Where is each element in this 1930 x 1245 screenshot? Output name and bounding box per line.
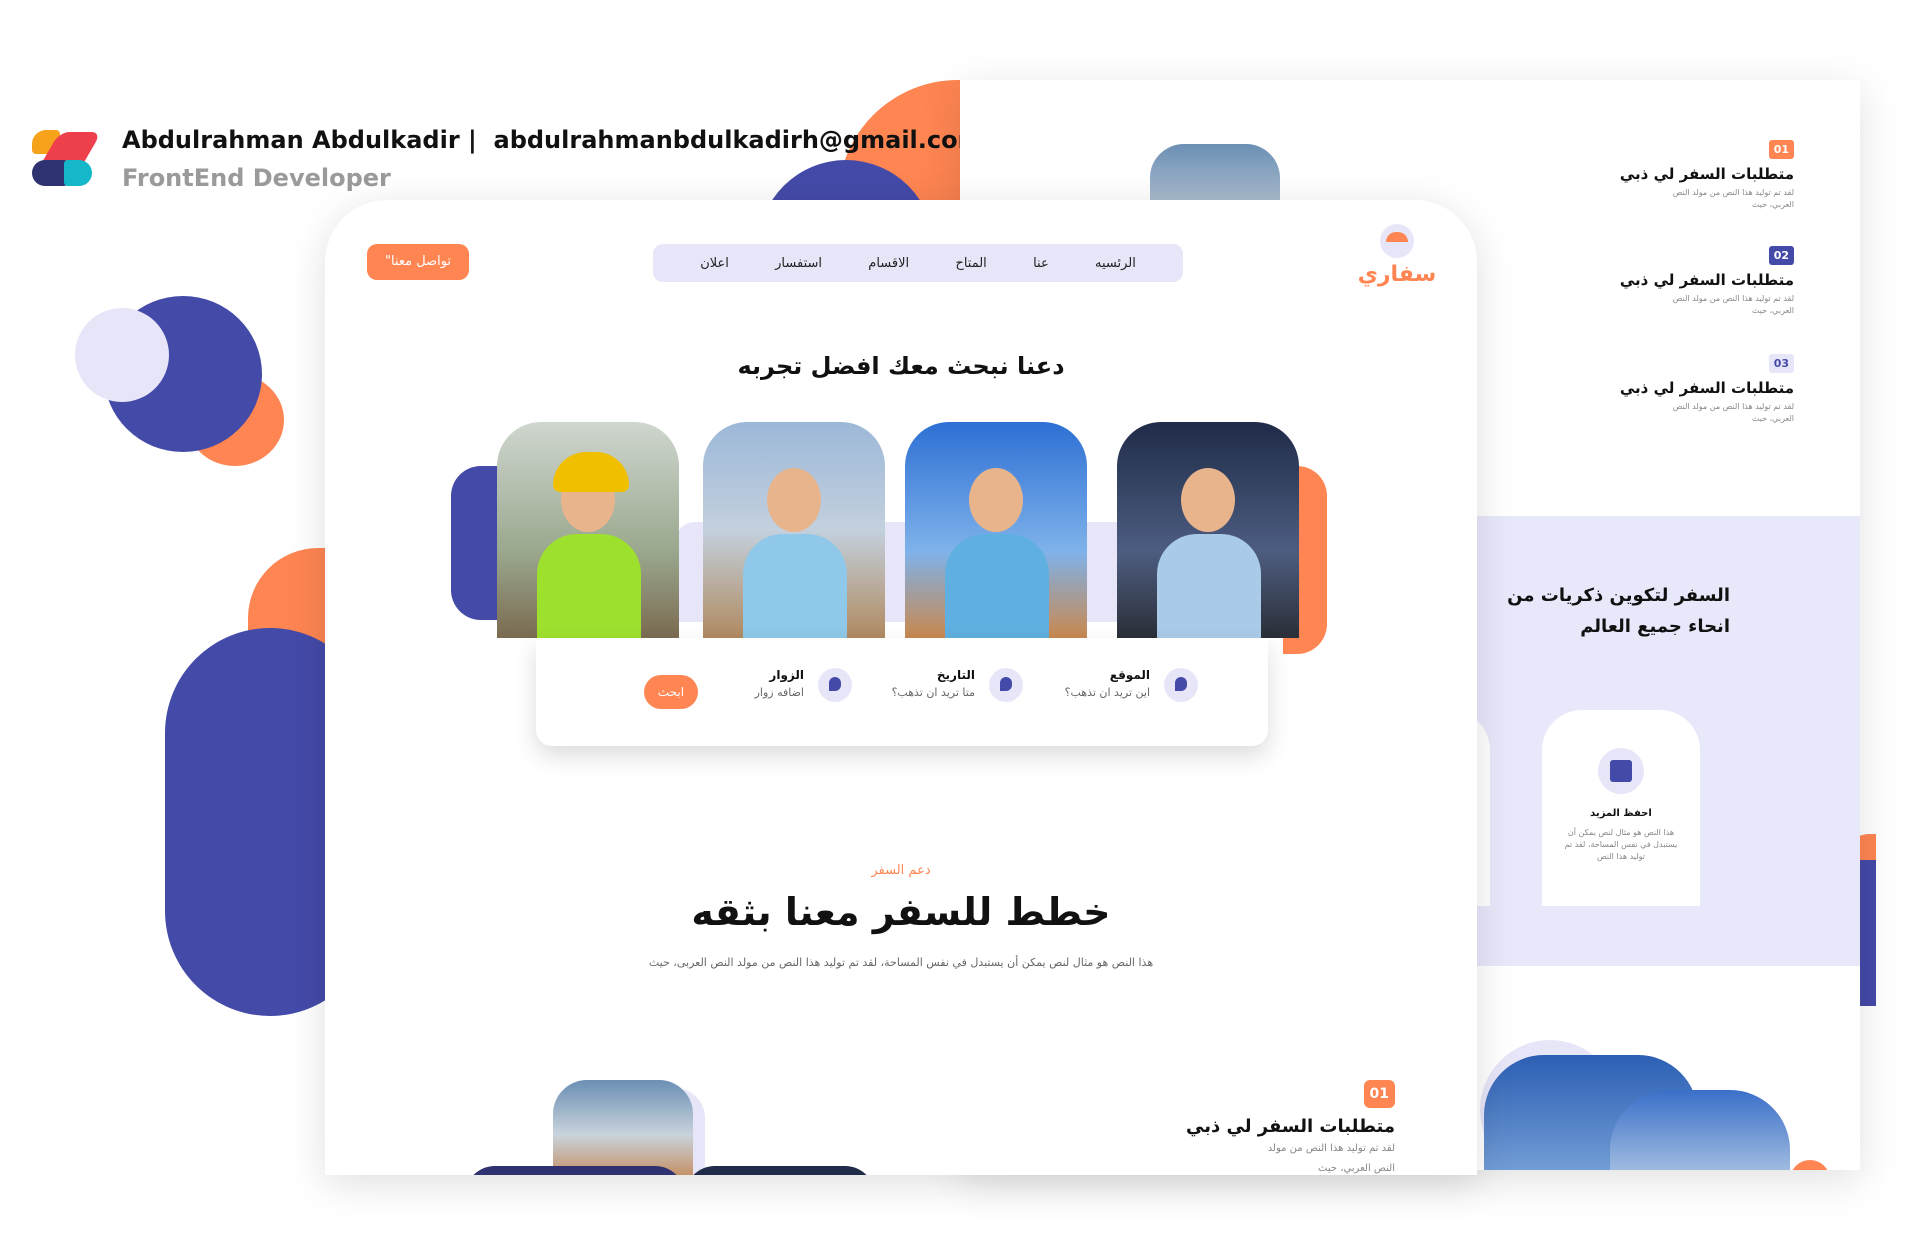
feature-title: متطلبات السفر لي ذبي xyxy=(1619,165,1794,183)
search-bar: الموقع اين تريد ان تذهب؟ التاريخ متا تري… xyxy=(536,638,1268,746)
location-pin-icon xyxy=(1164,668,1198,702)
traveler-photo-4 xyxy=(1117,422,1299,638)
heading-line-1: السفر لتكوين ذكريات من xyxy=(1507,585,1730,606)
traveler-photo-3 xyxy=(905,422,1087,638)
umbrella-icon xyxy=(1380,224,1414,258)
traveler-photo-2 xyxy=(703,422,885,638)
author-logo xyxy=(30,128,102,190)
hero-title: دعنا نبحث معك افضل تجربه xyxy=(737,352,1065,380)
back-feature-3: 03 متطلبات السفر لي ذبي لقد تم توليد هذا… xyxy=(1534,352,1794,425)
feature-desc: لقد تم توليد هذا النص من مولد النص العرب… xyxy=(1672,188,1794,209)
traveler-photo-1 xyxy=(497,422,679,638)
search-button[interactable]: ابحث xyxy=(644,675,698,709)
author-role: FrontEnd Developer xyxy=(122,164,391,192)
feature-badge: 02 xyxy=(1768,246,1794,265)
front-deco-dark xyxy=(465,1166,685,1175)
visitors-label: الزوار xyxy=(769,668,804,682)
nav-item-inquiry[interactable]: استفسار xyxy=(775,256,822,271)
date-label: التاريخ xyxy=(936,668,975,682)
nav-item-sections[interactable]: الاقسام xyxy=(868,256,909,271)
nav-item-available[interactable]: المتاح xyxy=(955,256,986,271)
logo-text: سفاري xyxy=(1357,262,1437,287)
save-more-card[interactable]: احفظ المزيد هذا النص هو مثال لنص يمكن أن… xyxy=(1542,710,1700,906)
search-visitors[interactable]: الزوار اضافه زوار xyxy=(755,668,852,702)
search-location[interactable]: الموقع اين تريد ان تذهب؟ xyxy=(1065,668,1198,702)
date-input[interactable]: متا تريد ان تذهب؟ xyxy=(892,686,975,699)
nav-item-about[interactable]: عنا xyxy=(1033,256,1049,271)
save-title: احفظ المزيد xyxy=(1590,808,1652,819)
pyramids-image xyxy=(553,1080,693,1175)
section-lead: هذا النص هو مثال لنص يمكن أن يستبدل في ن… xyxy=(648,956,1154,969)
search-date[interactable]: التاريخ متا تريد ان تذهب؟ xyxy=(892,668,1023,702)
feature-desc: لقد تم توليد هذا النص من مولد النص العرب… xyxy=(1672,294,1794,315)
save-desc: هذا النص هو مثال لنص يمكن أن يستبدل في ن… xyxy=(1564,828,1678,861)
nav-item-ads[interactable]: اعلان xyxy=(700,256,729,271)
section-title: خطط للسفر معنا بثقه xyxy=(691,890,1111,934)
location-label: الموقع xyxy=(1109,668,1150,682)
feature-desc-1: لقد تم توليد هذا النص من مولد xyxy=(1267,1143,1395,1154)
front-page-preview: تواصل معنا" الرئسيه عنا المتاح الاقسام ا… xyxy=(325,200,1477,1175)
back-feature-1: 01 متطلبات السفر لي ذبي لقد تم توليد هذا… xyxy=(1534,138,1794,211)
contact-button[interactable]: تواصل معنا" xyxy=(367,244,469,280)
deco-lavender-circle xyxy=(75,308,169,402)
location-input[interactable]: اين تريد ان تذهب؟ xyxy=(1065,686,1150,699)
section-tag: دعم السفر xyxy=(871,863,931,878)
feature-desc-2: النص العربي، حيث xyxy=(1318,1163,1395,1174)
author-name: Abdulrahman Abdulkadir | xyxy=(122,126,477,154)
plane-wing-image xyxy=(1610,1090,1790,1170)
back-deco-orange xyxy=(1790,1160,1830,1170)
heading-line-2: انحاء جميع العالم xyxy=(1580,616,1730,637)
feature-title: متطلبات السفر لي ذبي xyxy=(1619,379,1794,397)
save-icon xyxy=(1598,748,1644,794)
calendar-icon xyxy=(989,668,1023,702)
visitors-input[interactable]: اضافه زوار xyxy=(755,686,804,699)
main-nav: الرئسيه عنا المتاح الاقسام استفسار اعلان xyxy=(653,244,1183,282)
user-icon xyxy=(818,668,852,702)
back-section-heading: السفر لتكوين ذكريات من انحاء جميع العالم xyxy=(1507,580,1730,642)
author-line: Abdulrahman Abdulkadir | abdulrahmanbdul… xyxy=(122,126,983,154)
back-feature-2: 02 متطلبات السفر لي ذبي لقد تم توليد هذا… xyxy=(1534,244,1794,317)
feature-badge: 03 xyxy=(1768,354,1794,373)
feature-desc: لقد تم توليد هذا النص من مولد النص العرب… xyxy=(1672,402,1794,423)
feature-title: متطلبات السفر لي ذبي xyxy=(1186,1116,1395,1137)
front-feature-1: 01 متطلبات السفر لي ذبي لقد تم توليد هذا… xyxy=(1186,1080,1395,1175)
front-deco-dark-2 xyxy=(685,1166,875,1175)
feature-badge: 01 xyxy=(1363,1080,1395,1108)
feature-title: متطلبات السفر لي ذبي xyxy=(1619,271,1794,289)
feature-badge: 01 xyxy=(1768,140,1794,159)
nav-item-home[interactable]: الرئسيه xyxy=(1095,256,1136,271)
site-logo[interactable]: سفاري xyxy=(1357,224,1437,296)
author-email[interactable]: abdulrahmanbdulkadirh@gmail.com xyxy=(494,126,983,154)
